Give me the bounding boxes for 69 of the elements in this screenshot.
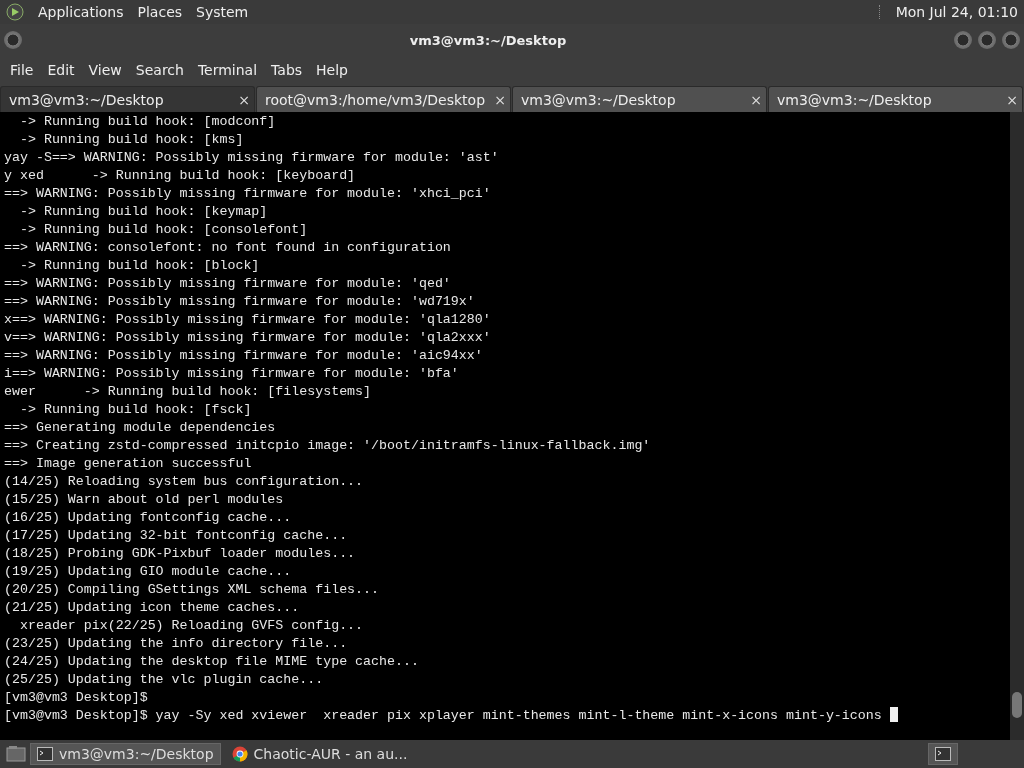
terminal-line: (14/25) Reloading system bus configuration... xyxy=(4,473,365,491)
terminal-line: (16/25) Updating fontconfig cache... xyxy=(4,509,293,527)
minimize-button[interactable] xyxy=(954,31,972,49)
terminal-line: x==> WARNING: Possibly missing firmware for module: 'qla1280' xyxy=(4,311,492,329)
menu-item[interactable]: Tabs xyxy=(265,60,309,80)
browser-icon xyxy=(231,746,248,762)
menu-item[interactable]: Help xyxy=(310,60,354,80)
menu-item[interactable]: File xyxy=(4,60,40,80)
terminal-line: ==> Creating zstd-compressed initcpio image: '/boot/initramfs-linux-fallback.img' xyxy=(4,437,652,455)
taskbar-button[interactable]: vm3@vm3:~/Desktop xyxy=(30,743,221,765)
workspace-button[interactable] xyxy=(928,743,958,765)
close-tab-button[interactable]: × xyxy=(750,91,762,108)
close-button[interactable] xyxy=(1002,31,1020,49)
terminal-line: ==> Image generation successful xyxy=(4,455,253,473)
panel-menu[interactable]: Places xyxy=(137,4,183,20)
close-tab-button[interactable]: × xyxy=(1006,91,1018,108)
taskbar-button[interactable]: Chaotic-AUR - an au... xyxy=(224,743,415,765)
cursor-icon xyxy=(889,707,898,722)
terminal-line: i==> WARNING: Possibly missing firmware for module: 'bfa' xyxy=(4,365,460,383)
terminal-tab[interactable]: vm3@vm3:~/Desktop × xyxy=(512,86,767,112)
terminal-tab[interactable]: vm3@vm3:~/Desktop × xyxy=(768,86,1023,112)
menu-item[interactable]: View xyxy=(82,60,128,80)
terminal-line: ==> WARNING: Possibly missing firmware for module: 'qed' xyxy=(4,275,452,293)
terminal-line: ==> WARNING: Possibly missing firmware for module: 'aic94xx' xyxy=(4,347,484,365)
scrollbar-thumb[interactable] xyxy=(1012,692,1022,718)
terminal-tab[interactable]: root@vm3:/home/vm3/Desktop × xyxy=(256,86,511,112)
terminal-line: -> Running build hook: [fsck] xyxy=(18,401,253,419)
terminal-line: (24/25) Updating the desktop file MIME type cache... xyxy=(4,653,420,671)
close-tab-button[interactable]: × xyxy=(494,91,506,108)
menu-item[interactable]: Search xyxy=(129,60,190,80)
terminal-line: (21/25) Updating icon theme caches... xyxy=(4,599,301,617)
terminal-line: v==> WARNING: Possibly missing firmware for module: 'qla2xxx' xyxy=(4,329,492,347)
terminal-line: ewer -> Running build hook: [filesystems] xyxy=(4,383,373,401)
menu-item[interactable]: Edit xyxy=(41,60,81,80)
terminal-line: -> Running build hook: [keymap] xyxy=(18,203,269,221)
window-menu-button[interactable] xyxy=(4,31,22,49)
menu-logo-icon[interactable] xyxy=(6,3,24,21)
terminal-line: y xed -> Running build hook: [keyboard] xyxy=(4,167,357,185)
panel-menu[interactable]: System xyxy=(196,4,249,20)
terminal-line: -> Running build hook: [block] xyxy=(18,257,261,275)
terminal-line: -> Running build hook: [kms] xyxy=(18,131,245,149)
terminal-line: ==> Generating module dependencies xyxy=(4,419,277,437)
terminal-line: (19/25) Updating GIO module cache... xyxy=(4,563,293,581)
terminal-line: -> Running build hook: [consolefont] xyxy=(18,221,309,239)
menu-item[interactable]: Terminal xyxy=(191,60,264,80)
window-title: vm3@vm3:~/Desktop xyxy=(408,32,568,48)
scrollbar[interactable] xyxy=(1010,112,1024,740)
terminal-icon xyxy=(935,747,951,761)
terminal-line: -> Running build hook: [modconf] xyxy=(18,113,277,131)
command-line: [vm3@vm3 Desktop]$ yay -Sy xed xviewer xreader pix xplayer mint-themes mint-l-theme mint-x-icons mint-y-icons xyxy=(4,708,883,723)
terminal-line: ==> WARNING: consolefont: no font found in configuration xyxy=(4,239,452,257)
terminal-line: (20/25) Compiling GSettings XML schema files... xyxy=(4,581,381,599)
terminal-line: (23/25) Updating the info directory file... xyxy=(4,635,349,653)
close-tab-button[interactable]: × xyxy=(238,91,250,108)
terminal-tab[interactable]: vm3@vm3:~/Desktop × xyxy=(0,86,255,112)
terminal-line: xreader pix(22/25) Reloading GVFS config... xyxy=(18,617,365,635)
terminal-line: (17/25) Updating 32-bit fontconfig cache... xyxy=(4,527,349,545)
maximize-button[interactable] xyxy=(978,31,996,49)
terminal-line: (25/25) Updating the vlc plugin cache... xyxy=(4,671,325,689)
show-desktop-icon[interactable] xyxy=(6,745,26,763)
terminal-line: (15/25) Warn about old perl modules xyxy=(4,491,285,509)
terminal-line: yay -S==> WARNING: Possibly missing firmware for module: 'ast' xyxy=(4,149,500,167)
panel-menu[interactable]: Applications xyxy=(38,4,124,20)
terminal-line: [vm3@vm3 Desktop]$ xyxy=(4,689,149,707)
terminal-line: (18/25) Probing GDK-Pixbuf loader modules... xyxy=(4,545,357,563)
terminal-icon xyxy=(37,747,53,761)
terminal-line: ==> WARNING: Possibly missing firmware for module: 'xhci_pci' xyxy=(4,185,492,203)
terminal-line: ==> WARNING: Possibly missing firmware for module: 'wd719x' xyxy=(4,293,476,311)
clock[interactable]: Mon Jul 24, 01:10 xyxy=(895,4,1018,20)
